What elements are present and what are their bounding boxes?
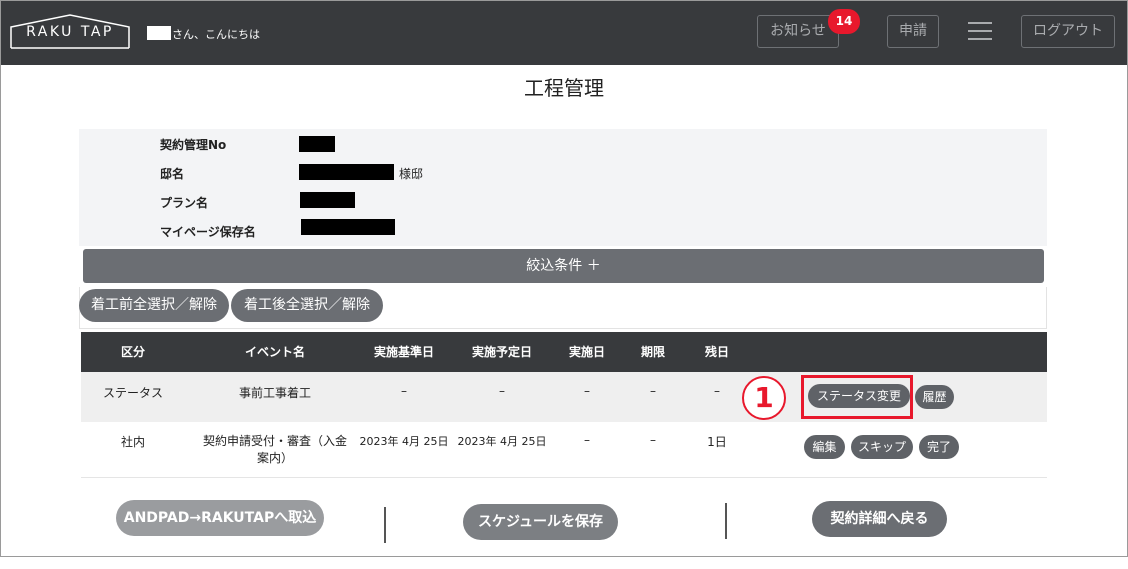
plan-name-redacted: [300, 192, 355, 208]
hamburger-menu-icon[interactable]: [968, 22, 992, 40]
row-event-name: 契約申請受付・審査（入金案内）: [202, 434, 347, 465]
contract-no-label: 契約管理No: [160, 138, 227, 152]
row-remaining: 1日: [707, 435, 727, 449]
row-remaining: –: [714, 384, 720, 398]
apply-button[interactable]: 申請: [887, 15, 939, 48]
save-schedule-button[interactable]: スケジュールを保存: [463, 504, 618, 540]
logo-text: RAKU TAP: [26, 24, 114, 40]
header-remaining-days: 残日: [704, 345, 729, 359]
footer-divider: [384, 507, 386, 543]
header-base-date: 実施基準日: [373, 345, 434, 359]
header-category: 区分: [120, 345, 145, 359]
row-scheduled-date: –: [499, 384, 505, 398]
back-to-contract-button[interactable]: 契約詳細へ戻る: [812, 501, 947, 537]
residence-suffix: 様邸: [399, 167, 424, 181]
plan-label: プラン名: [160, 196, 209, 210]
raku-tap-logo[interactable]: RAKU TAP: [10, 14, 130, 49]
row-deadline: –: [650, 433, 656, 447]
select-after-construction-button[interactable]: 着工後全選択／解除: [231, 289, 383, 322]
notice-button[interactable]: お知らせ: [757, 15, 839, 48]
filter-toggle-bar[interactable]: 絞込条件 ＋: [83, 249, 1044, 283]
row-done-date: –: [584, 433, 590, 447]
status-change-highlight-box: [801, 375, 913, 419]
top-bar: RAKU TAP さん、こんにちは お知らせ 申請 ログアウト: [1, 1, 1127, 65]
footer-divider: [725, 503, 727, 539]
select-before-construction-button[interactable]: 着工前全選択／解除: [79, 289, 229, 322]
skip-button[interactable]: スキップ: [851, 435, 913, 459]
header-scheduled-date: 実施予定日: [471, 345, 532, 359]
user-name-redacted: [147, 26, 171, 40]
andpad-import-button[interactable]: ANDPAD→RAKUTAPへ取込: [116, 500, 324, 536]
residence-name-redacted: [299, 164, 394, 180]
history-button[interactable]: 履歴: [915, 385, 954, 409]
logout-button[interactable]: ログアウト: [1021, 15, 1115, 48]
greeting-text: さん、こんにちは: [172, 28, 260, 41]
edit-button[interactable]: 編集: [804, 435, 845, 459]
contract-no-redacted: [299, 136, 335, 152]
row-scheduled-date: 2023年 4月 25日: [457, 435, 547, 448]
complete-button[interactable]: 完了: [919, 435, 959, 459]
row-category: 社内: [120, 435, 145, 449]
header-event-name: イベント名: [244, 345, 305, 359]
row-base-date: –: [401, 384, 407, 398]
header-deadline: 期限: [640, 345, 665, 359]
step-marker: 1: [742, 376, 786, 420]
row-done-date: –: [584, 384, 590, 398]
mypage-name-redacted: [301, 219, 395, 235]
schedule-table-header: 区分 イベント名 実施基準日 実施予定日 実施日 期限 残日: [81, 332, 1047, 372]
row-deadline: –: [650, 384, 656, 398]
mypage-name-label: マイページ保存名: [160, 225, 256, 239]
notification-count-badge: 14: [828, 9, 860, 34]
row-category: ステータス: [102, 386, 163, 400]
row-base-date: 2023年 4月 25日: [359, 435, 449, 448]
page-title: 工程管理: [524, 76, 604, 100]
residence-label: 邸名: [160, 167, 185, 181]
header-done-date: 実施日: [568, 345, 605, 359]
row-event-name: 事前工事着工: [238, 386, 311, 400]
